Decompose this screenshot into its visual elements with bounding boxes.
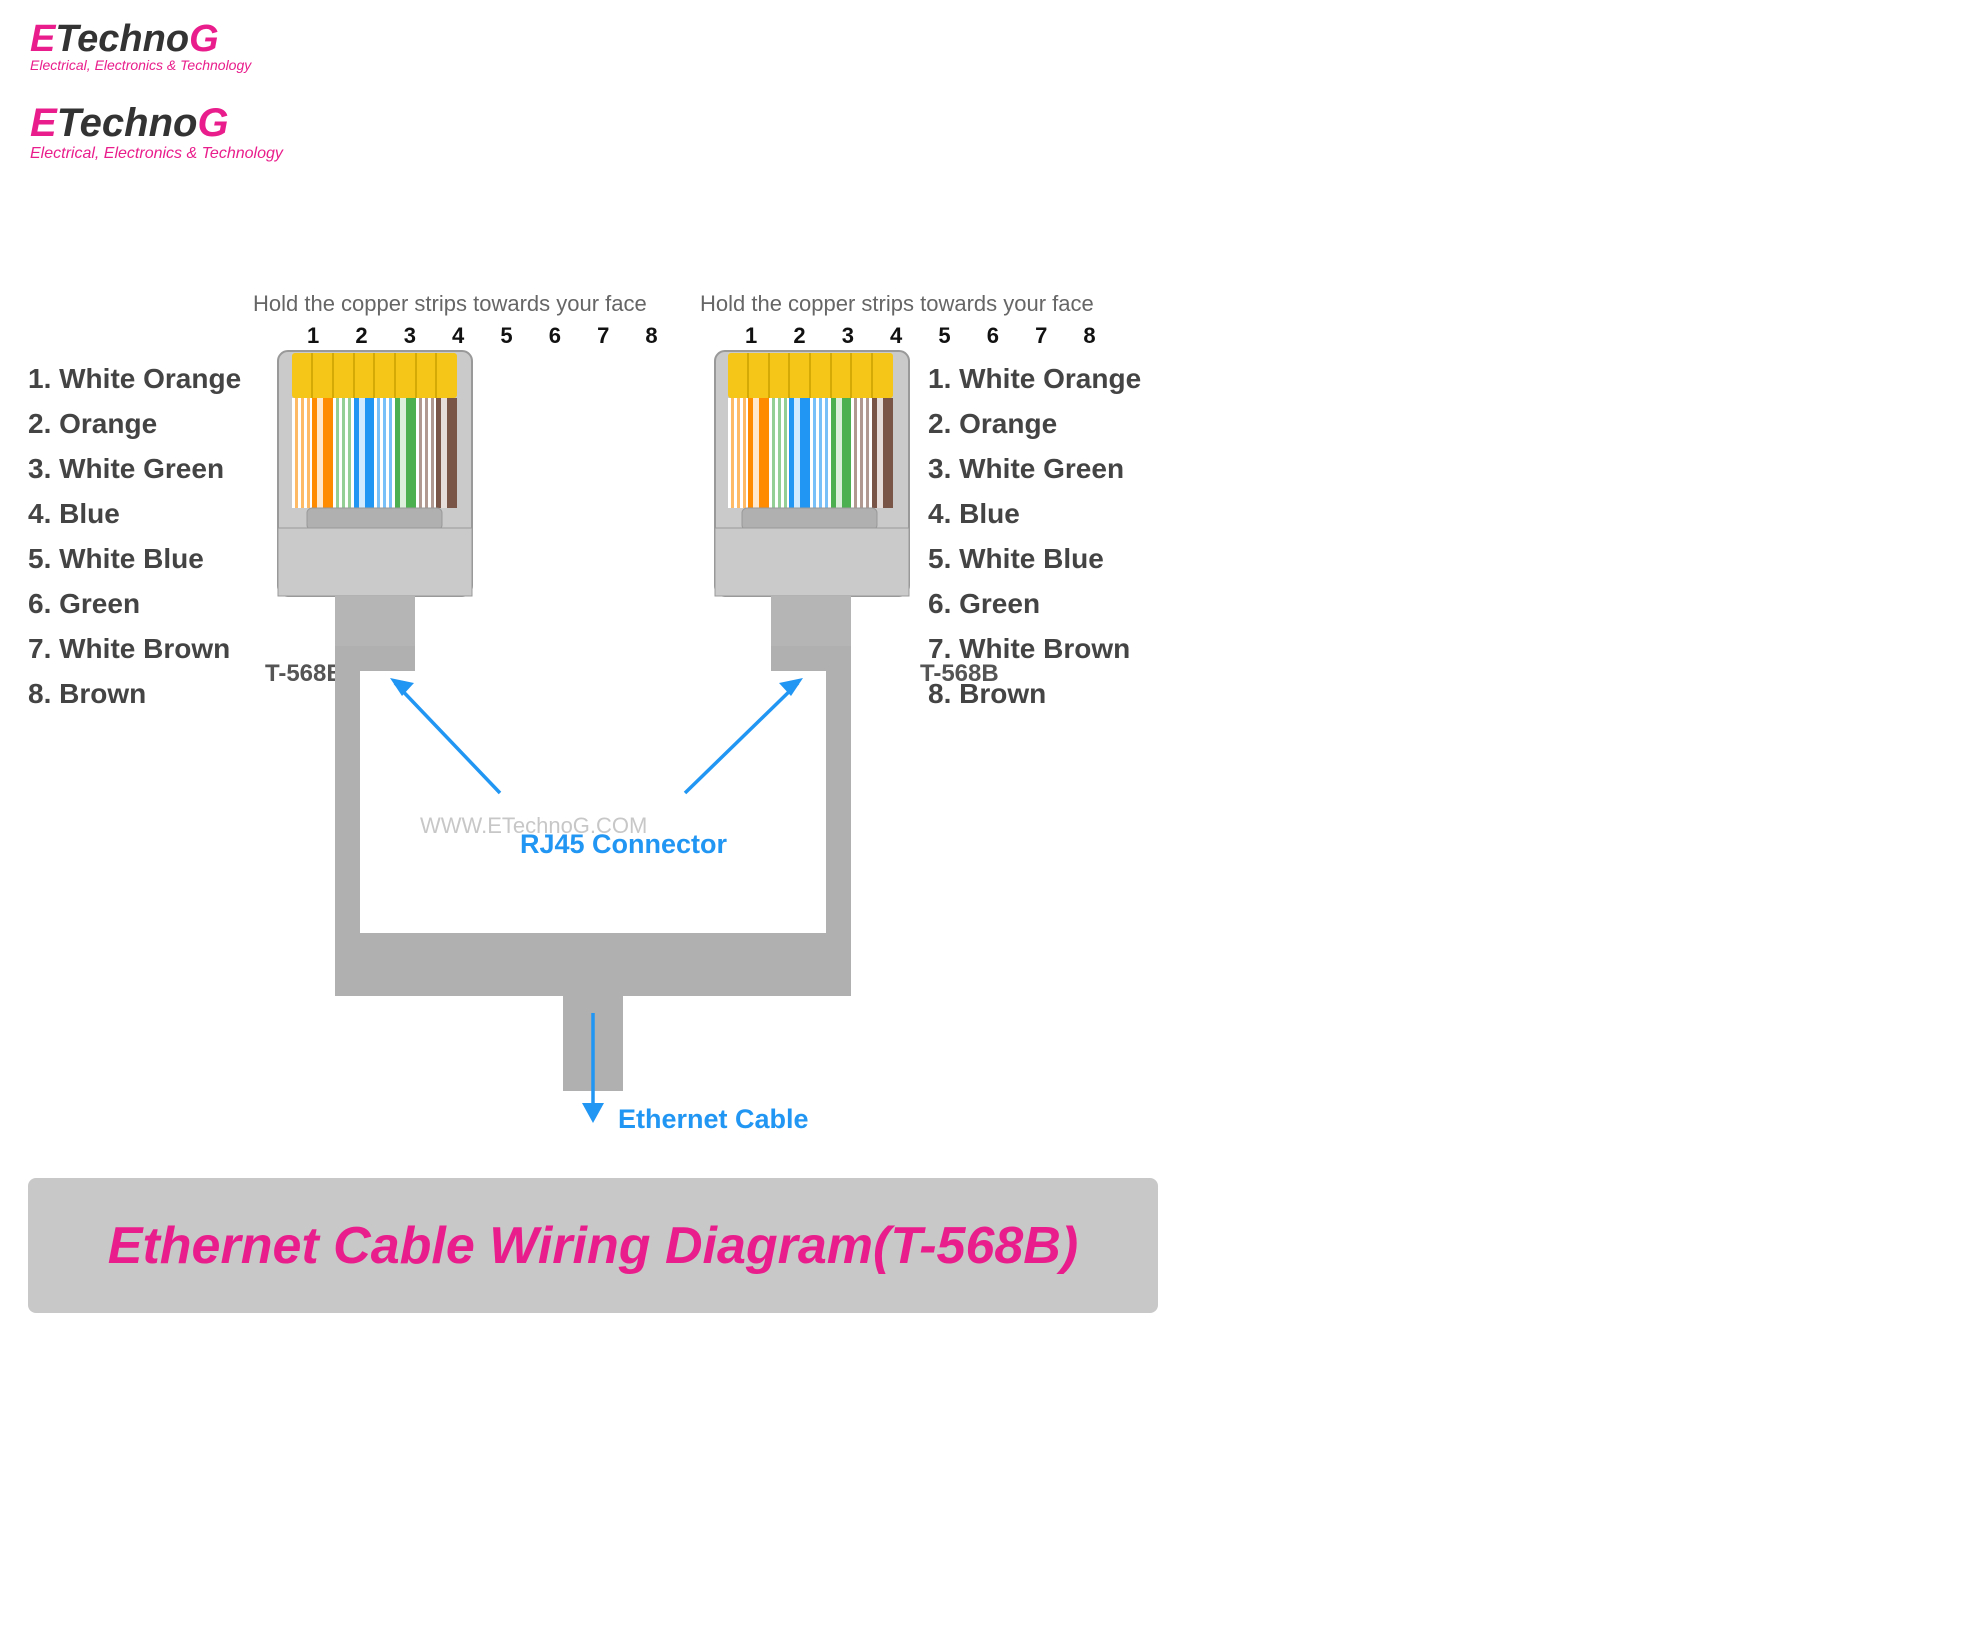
rj45-label-text: RJ45 Connector bbox=[520, 829, 728, 859]
right-instruction-text: Hold the copper strips towards your face bbox=[700, 291, 1094, 316]
lw2: 2. Orange bbox=[28, 408, 157, 439]
banner-title: Ethernet Cable Wiring Diagram(T-568B) bbox=[108, 1217, 1078, 1275]
rw7: 7. White Brown bbox=[928, 633, 1130, 664]
logo-e-char: E bbox=[30, 101, 57, 145]
rw8: 8. Brown bbox=[928, 678, 1046, 709]
ethernet-cable-text: Ethernet Cable bbox=[618, 1104, 809, 1134]
left-pins: 1 2 3 4 5 6 7 8 bbox=[307, 323, 673, 348]
lw1: 1. White Orange bbox=[28, 363, 241, 394]
lw7: 7. White Brown bbox=[28, 633, 230, 664]
lw5: 5. White Blue bbox=[28, 543, 204, 574]
right-pins: 1 2 3 4 5 6 7 8 bbox=[745, 323, 1111, 348]
left-instruction-text: Hold the copper strips towards your face bbox=[253, 291, 647, 316]
logo-subtitle-text: Electrical, Electronics & Technology bbox=[30, 145, 283, 163]
logo-text: ETechnoG bbox=[30, 101, 283, 145]
logo-g-char: G bbox=[197, 101, 228, 145]
rw4: 4. Blue bbox=[928, 498, 1020, 529]
rw5: 5. White Blue bbox=[928, 543, 1104, 574]
logo-techno-char: Techno bbox=[57, 101, 198, 145]
rw6: 6. Green bbox=[928, 588, 1040, 619]
lw4: 4. Blue bbox=[28, 498, 120, 529]
rw3: 3. White Green bbox=[928, 453, 1124, 484]
rw2: 2. Orange bbox=[928, 408, 1057, 439]
down-arrowhead bbox=[582, 1103, 604, 1123]
inner-white bbox=[360, 671, 826, 933]
logo-container: ETechnoG Electrical, Electronics & Techn… bbox=[30, 101, 283, 163]
rw1: 1. White Orange bbox=[928, 363, 1141, 394]
lw6: 6. Green bbox=[28, 588, 140, 619]
lw3: 3. White Green bbox=[28, 453, 224, 484]
main-diagram-svg: Hold the copper strips towards your face… bbox=[0, 173, 1985, 1523]
left-connector-group bbox=[278, 351, 472, 646]
page-root: ETechnoG Electrical, Electronics & Techn… bbox=[0, 83, 1985, 1640]
lw8: 8. Brown bbox=[28, 678, 146, 709]
left-label: T-568B bbox=[265, 660, 344, 687]
right-connector-group bbox=[715, 351, 909, 646]
